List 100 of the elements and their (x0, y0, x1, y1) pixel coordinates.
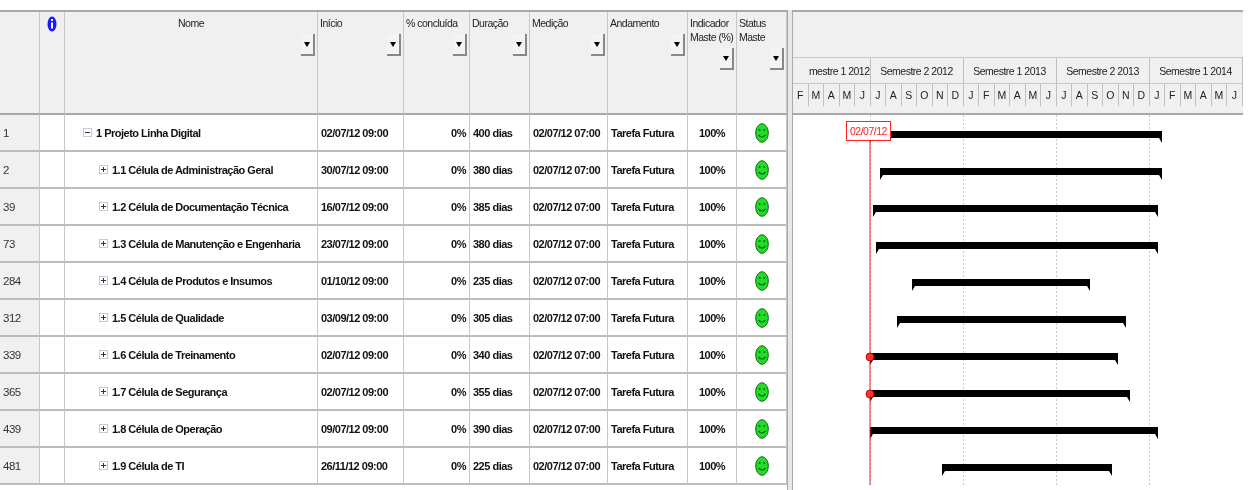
percent-complete: 0% (451, 126, 466, 139)
month-label: N (1121, 89, 1130, 101)
progress-status: Tarefa Futura (611, 237, 674, 250)
filter-dropdown-button[interactable] (301, 34, 315, 56)
row-number: 284 (3, 274, 21, 287)
task-bar[interactable] (870, 353, 1118, 365)
expander-icon[interactable] (99, 165, 108, 174)
caret-icon (723, 55, 729, 61)
expander-icon[interactable] (99, 276, 108, 285)
month-label: F (1169, 89, 1176, 101)
row-number: 481 (3, 459, 21, 472)
task-name: 1.1 Célula de Administração Geral (112, 163, 273, 176)
month-label: M (842, 89, 852, 101)
expander-icon[interactable] (99, 461, 108, 470)
caret-icon (390, 41, 396, 47)
semester-label: Semestre 2 2013 (1066, 64, 1139, 77)
column-header: % concluída (406, 16, 459, 30)
task-bar[interactable] (897, 316, 1126, 328)
percent-complete: 0% (451, 385, 466, 398)
smiley-icon (754, 196, 769, 217)
progress-status: Tarefa Futura (611, 348, 674, 361)
indicator-value: 100% (698, 459, 726, 472)
task-name: 1.9 Célula de TI (112, 459, 185, 472)
month-label: M (811, 89, 821, 101)
filter-dropdown-button[interactable] (720, 48, 734, 70)
row-number: 39 (3, 200, 15, 213)
task-bar[interactable] (942, 464, 1112, 476)
duration: 355 dias (473, 385, 513, 398)
task-name: 1.6 Célula de Treinamento (112, 348, 236, 361)
info-icon (47, 16, 57, 32)
row-number: 312 (3, 311, 21, 324)
filter-dropdown-button[interactable] (591, 34, 605, 56)
marker-icon (865, 389, 875, 399)
task-bar[interactable] (870, 427, 1158, 439)
task-bar[interactable] (876, 242, 1158, 254)
expander-icon[interactable] (99, 424, 108, 433)
date-marker: 02/07/12 (846, 121, 891, 141)
expander-icon[interactable] (99, 350, 108, 359)
smiley-icon (754, 344, 769, 365)
indicator-value: 100% (698, 274, 726, 287)
percent-complete: 0% (451, 237, 466, 250)
filter-dropdown-button[interactable] (671, 34, 685, 56)
task-name: 1.2 Célula de Documentação Técnica (112, 200, 289, 213)
smiley-icon (754, 122, 769, 143)
semester-label: Semestre 1 2014 (1159, 64, 1232, 77)
month-label: J (1154, 89, 1160, 101)
month-label: J (859, 89, 865, 101)
percent-complete: 0% (451, 348, 466, 361)
measurement-date: 02/07/12 07:00 (533, 237, 600, 250)
expander-icon[interactable] (83, 128, 92, 137)
expander-icon[interactable] (99, 387, 108, 396)
filter-dropdown-button[interactable] (513, 34, 527, 56)
expander-icon[interactable] (99, 239, 108, 248)
percent-complete: 0% (451, 459, 466, 472)
smiley-icon (754, 455, 769, 476)
row-number: 439 (3, 422, 21, 435)
duration: 390 dias (473, 422, 513, 435)
measurement-date: 02/07/12 07:00 (533, 385, 600, 398)
measurement-date: 02/07/12 07:00 (533, 126, 600, 139)
expander-icon[interactable] (99, 313, 108, 322)
month-label: J (1231, 89, 1237, 101)
expander-icon[interactable] (99, 202, 108, 211)
start-date: 02/07/12 09:00 (321, 385, 388, 398)
task-name: 1.8 Célula de Operação (112, 422, 223, 435)
month-label: S (905, 89, 913, 101)
column-header: Indicador Maste (%) (690, 16, 734, 44)
month-label: J (1061, 89, 1067, 101)
marker-icon (865, 352, 875, 362)
smiley-icon (754, 270, 769, 291)
measurement-date: 02/07/12 07:00 (533, 422, 600, 435)
start-date: 02/07/12 09:00 (321, 348, 388, 361)
filter-dropdown-button[interactable] (770, 48, 784, 70)
caret-icon (594, 41, 600, 47)
month-label: A (1013, 89, 1021, 101)
column-header: Nome (177, 16, 205, 30)
task-bar[interactable] (912, 279, 1090, 291)
month-label: A (889, 89, 897, 101)
caret-icon (773, 55, 779, 61)
duration: 380 dias (473, 163, 513, 176)
measurement-date: 02/07/12 07:00 (533, 274, 600, 287)
start-date: 09/07/12 09:00 (321, 422, 388, 435)
column-header: Duração (472, 16, 510, 30)
smiley-icon (754, 381, 769, 402)
progress-status: Tarefa Futura (611, 459, 674, 472)
month-label: F (983, 89, 990, 101)
task-bar[interactable] (870, 390, 1130, 402)
month-label: J (875, 89, 881, 101)
filter-dropdown-button[interactable] (453, 34, 467, 56)
month-label: M (997, 89, 1007, 101)
measurement-date: 02/07/12 07:00 (533, 311, 600, 324)
start-date: 30/07/12 09:00 (321, 163, 388, 176)
task-bar[interactable] (880, 168, 1162, 180)
month-label: M (1028, 89, 1038, 101)
caret-icon (456, 41, 462, 47)
row-number: 365 (3, 385, 21, 398)
filter-dropdown-button[interactable] (387, 34, 401, 56)
task-name: 1 Projeto Linha Digital (96, 126, 201, 139)
smiley-icon (754, 418, 769, 439)
month-label: A (1199, 89, 1207, 101)
task-bar[interactable] (873, 205, 1158, 217)
